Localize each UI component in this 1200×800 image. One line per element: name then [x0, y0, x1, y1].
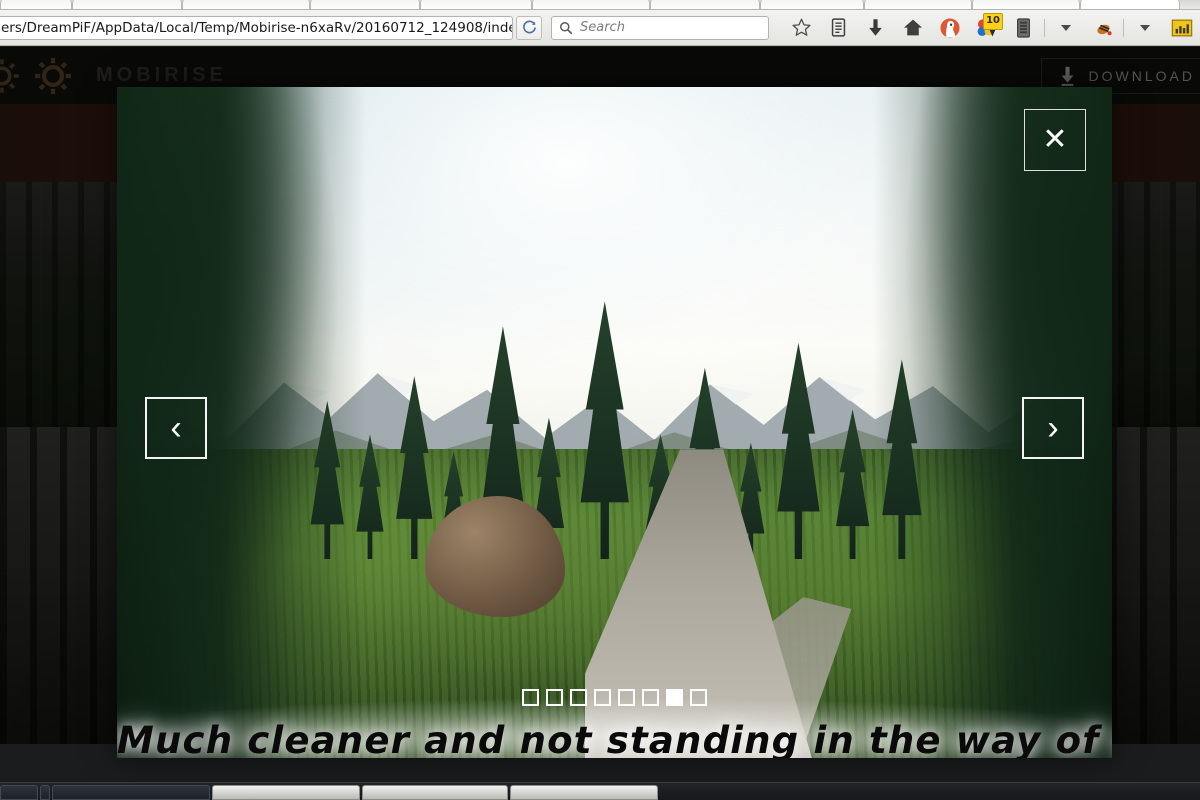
search-box[interactable]: Search [551, 15, 769, 40]
lightbox-photo [117, 87, 1112, 758]
chevron-down-icon [1060, 24, 1071, 31]
browser-tab-4[interactable] [310, 0, 420, 9]
lightbox-caption: Much cleaner and not standing in the way… [117, 719, 1112, 758]
lightbox-close-button[interactable]: ✕ [1024, 109, 1086, 171]
taskbar-item-3[interactable] [52, 785, 210, 800]
search-input-placeholder: Search [580, 20, 625, 35]
taskbar-item-5[interactable] [362, 785, 508, 800]
bookmark-star-button[interactable] [783, 13, 820, 43]
reading-list-icon [831, 18, 846, 37]
downloads-button[interactable] [857, 13, 894, 43]
lightbox-modal: ✕ ‹ › Much cleaner and not standing in t… [117, 87, 1112, 758]
browser-tab-10[interactable] [972, 0, 1080, 9]
browser-tab-7[interactable] [650, 0, 760, 9]
clipboard-icon [1017, 17, 1030, 38]
browser-tab-6[interactable] [532, 0, 650, 9]
browser-tab-strip[interactable] [0, 0, 1200, 10]
bee-dropdown-button[interactable] [1126, 13, 1163, 43]
toolbar-divider-1 [1044, 18, 1045, 37]
chevron-left-icon: ‹ [170, 409, 182, 447]
downloads-icon [869, 19, 882, 36]
lightbox-indicator-8[interactable] [690, 689, 707, 706]
bookmark-star-icon [792, 18, 811, 36]
reload-icon [522, 20, 536, 34]
taskbar-item-4[interactable] [212, 785, 360, 800]
home-icon [903, 19, 922, 36]
duckduckgo-icon [939, 17, 960, 38]
lightbox-indicator-6[interactable] [642, 689, 659, 706]
search-icon [560, 21, 573, 34]
lightbox-indicator-4[interactable] [594, 689, 611, 706]
duckduckgo-button[interactable] [931, 13, 968, 43]
address-bar[interactable]: ers/DreamPiF/AppData/Local/Temp/Mobirise… [0, 15, 513, 40]
address-bar-url: ers/DreamPiF/AppData/Local/Temp/Mobirise… [1, 19, 512, 36]
lightbox-prev-button[interactable]: ‹ [145, 397, 207, 459]
bee-extension-button[interactable] [1084, 13, 1121, 43]
taskbar-item-2[interactable] [40, 785, 50, 800]
taskbar-item-1[interactable] [0, 785, 38, 800]
browser-tab-3[interactable] [182, 0, 310, 9]
browser-tab-2[interactable] [72, 0, 182, 9]
browser-tab-9[interactable] [864, 0, 972, 9]
toolbar-divider-2 [1123, 18, 1124, 37]
lightbox-next-button[interactable]: › [1022, 397, 1084, 459]
lightbox-indicator-7[interactable] [666, 689, 683, 706]
lightbox-indicator-2[interactable] [546, 689, 563, 706]
browser-navigation-toolbar: ers/DreamPiF/AppData/Local/Temp/Mobirise… [0, 10, 1200, 46]
bee-extension-icon [1094, 19, 1112, 36]
chevron-right-icon: › [1047, 409, 1059, 447]
screen: ers/DreamPiF/AppData/Local/Temp/Mobirise… [0, 0, 1200, 800]
clipboard-dropdown-button[interactable] [1047, 13, 1084, 43]
taskbar-item-6[interactable] [510, 785, 658, 800]
reading-list-button[interactable] [820, 13, 857, 43]
adblock-badge-count: 10 [983, 12, 1003, 30]
lightbox-indicator-3[interactable] [570, 689, 587, 706]
lightbox-indicators[interactable] [117, 689, 1112, 706]
browser-tab-5[interactable] [420, 0, 532, 9]
lightbox-indicator-5[interactable] [618, 689, 635, 706]
browser-tab-11[interactable] [1080, 0, 1180, 9]
browser-tab-8[interactable] [760, 0, 864, 9]
reload-button[interactable] [516, 15, 542, 40]
home-button[interactable] [894, 13, 931, 43]
adblock-button[interactable]: 10 [968, 12, 1005, 43]
chart-extension-icon [1171, 19, 1192, 36]
clipboard-button[interactable] [1005, 13, 1042, 43]
chevron-down-icon-2 [1139, 24, 1150, 31]
chart-extension-button[interactable] [1163, 13, 1200, 43]
lightbox-indicator-1[interactable] [522, 689, 539, 706]
os-taskbar[interactable] [0, 782, 1200, 800]
close-icon: ✕ [1042, 123, 1068, 156]
browser-tab-1[interactable] [0, 0, 72, 9]
browser-toolbar-icons: 10 [783, 12, 1200, 43]
